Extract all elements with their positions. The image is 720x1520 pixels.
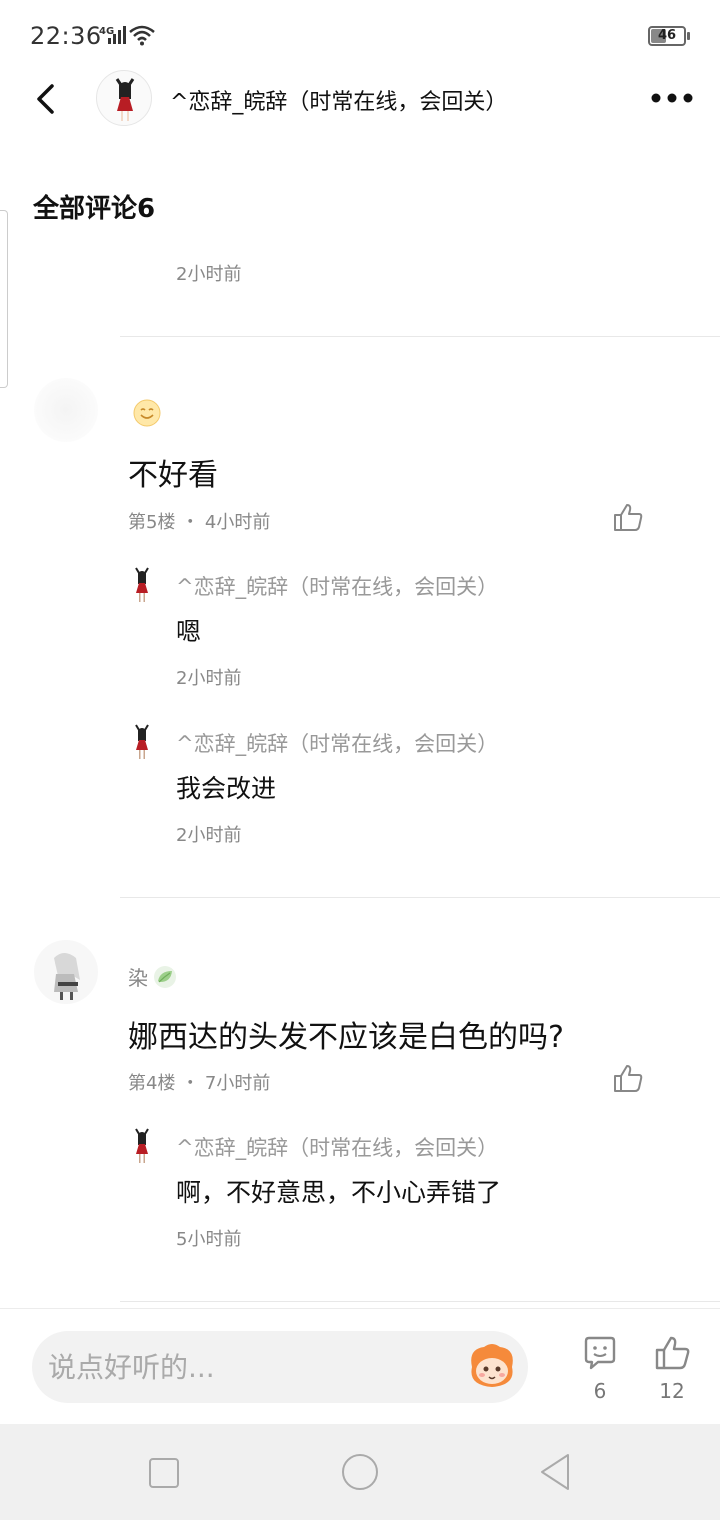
- reply-text: 啊，不好意思，不小心弄错了: [176, 1178, 502, 1207]
- like-icon[interactable]: [612, 1063, 644, 1093]
- reply-author-name[interactable]: ^恋辞_皖辞（时常在线，会回关）: [176, 728, 498, 758]
- commenter-name[interactable]: [128, 398, 162, 428]
- comment-input-pill[interactable]: [32, 1331, 528, 1403]
- status-bar: 22:36 4G 46: [0, 0, 720, 70]
- header: ^恋辞_皖辞（时常在线，会回关）: [0, 66, 720, 132]
- comment-time: 7小时前: [204, 1073, 271, 1094]
- reply-avatar-icon[interactable]: [130, 723, 154, 761]
- reply-time: 2小时前: [176, 668, 242, 689]
- avatar-figure-icon: [54, 953, 80, 1000]
- reply-avatar-icon[interactable]: [130, 566, 154, 604]
- comment-meta: 第5楼 ・ 4小时前: [128, 508, 270, 534]
- status-time: 22:36: [30, 22, 102, 50]
- reply-time: 5小时前: [176, 1229, 242, 1250]
- reply-avatar-icon[interactable]: [130, 1127, 154, 1165]
- like-count: 12: [659, 1379, 685, 1403]
- divider: [120, 897, 720, 898]
- commenter-name-text: 染: [128, 966, 148, 990]
- comment-meta: 第4楼 ・ 7小时前: [128, 1069, 270, 1095]
- reply-text: 嗯: [176, 617, 202, 646]
- meta-separator: ・: [181, 512, 200, 533]
- battery-percent: 46: [657, 28, 677, 43]
- comment-bubble-icon[interactable]: [582, 1335, 618, 1371]
- comment-text: 不好看: [128, 458, 218, 493]
- nav-back-icon[interactable]: [538, 1452, 572, 1492]
- system-nav-bar: [0, 1424, 720, 1520]
- author-name[interactable]: ^恋辞_皖辞（时常在线，会回关）: [170, 84, 507, 116]
- back-icon[interactable]: [30, 82, 64, 116]
- wifi-icon: [129, 25, 155, 46]
- comment-time: 4小时前: [204, 512, 271, 533]
- battery-indicator: 46: [648, 26, 686, 46]
- comment-floor: 第4楼: [128, 1073, 176, 1094]
- avatar-figure-icon: [115, 78, 135, 121]
- battery-cap: [687, 32, 690, 40]
- reply-text: 我会改进: [176, 774, 277, 803]
- commenter-name[interactable]: 染: [128, 962, 178, 991]
- nav-square-icon[interactable]: [149, 1458, 179, 1488]
- thumbs-up-icon[interactable]: [654, 1335, 690, 1371]
- commenter-avatar[interactable]: [34, 940, 98, 1004]
- reply-author-name[interactable]: ^恋辞_皖辞（时常在线，会回关）: [176, 571, 498, 601]
- comment-count: 6: [593, 1379, 607, 1403]
- comment-text: 娜西达的头发不应该是白色的吗?: [128, 1020, 564, 1055]
- signal-icon: [108, 26, 126, 44]
- side-edge-handle[interactable]: [0, 210, 8, 388]
- meta-separator: ・: [181, 1073, 200, 1094]
- reply-author-name[interactable]: ^恋辞_皖辞（时常在线，会回关）: [176, 1132, 498, 1162]
- smile-emoji-icon: [133, 399, 161, 427]
- reply-time: 2小时前: [176, 825, 242, 846]
- divider: [120, 1301, 720, 1302]
- previous-reply-time: 2小时前: [176, 264, 242, 285]
- author-avatar[interactable]: [96, 70, 152, 126]
- nav-home-icon[interactable]: [342, 1454, 378, 1490]
- divider: [120, 336, 720, 337]
- mascot-icon[interactable]: [464, 1341, 520, 1393]
- comments-heading: 全部评论6: [33, 194, 156, 224]
- comment-floor: 第5楼: [128, 512, 176, 533]
- more-icon[interactable]: [650, 92, 694, 104]
- leaf-badge-icon: [154, 965, 176, 988]
- comment-input-bar: 6 12: [0, 1308, 720, 1424]
- like-icon[interactable]: [612, 502, 644, 532]
- commenter-avatar[interactable]: [34, 378, 98, 442]
- comment-input[interactable]: [48, 1331, 448, 1403]
